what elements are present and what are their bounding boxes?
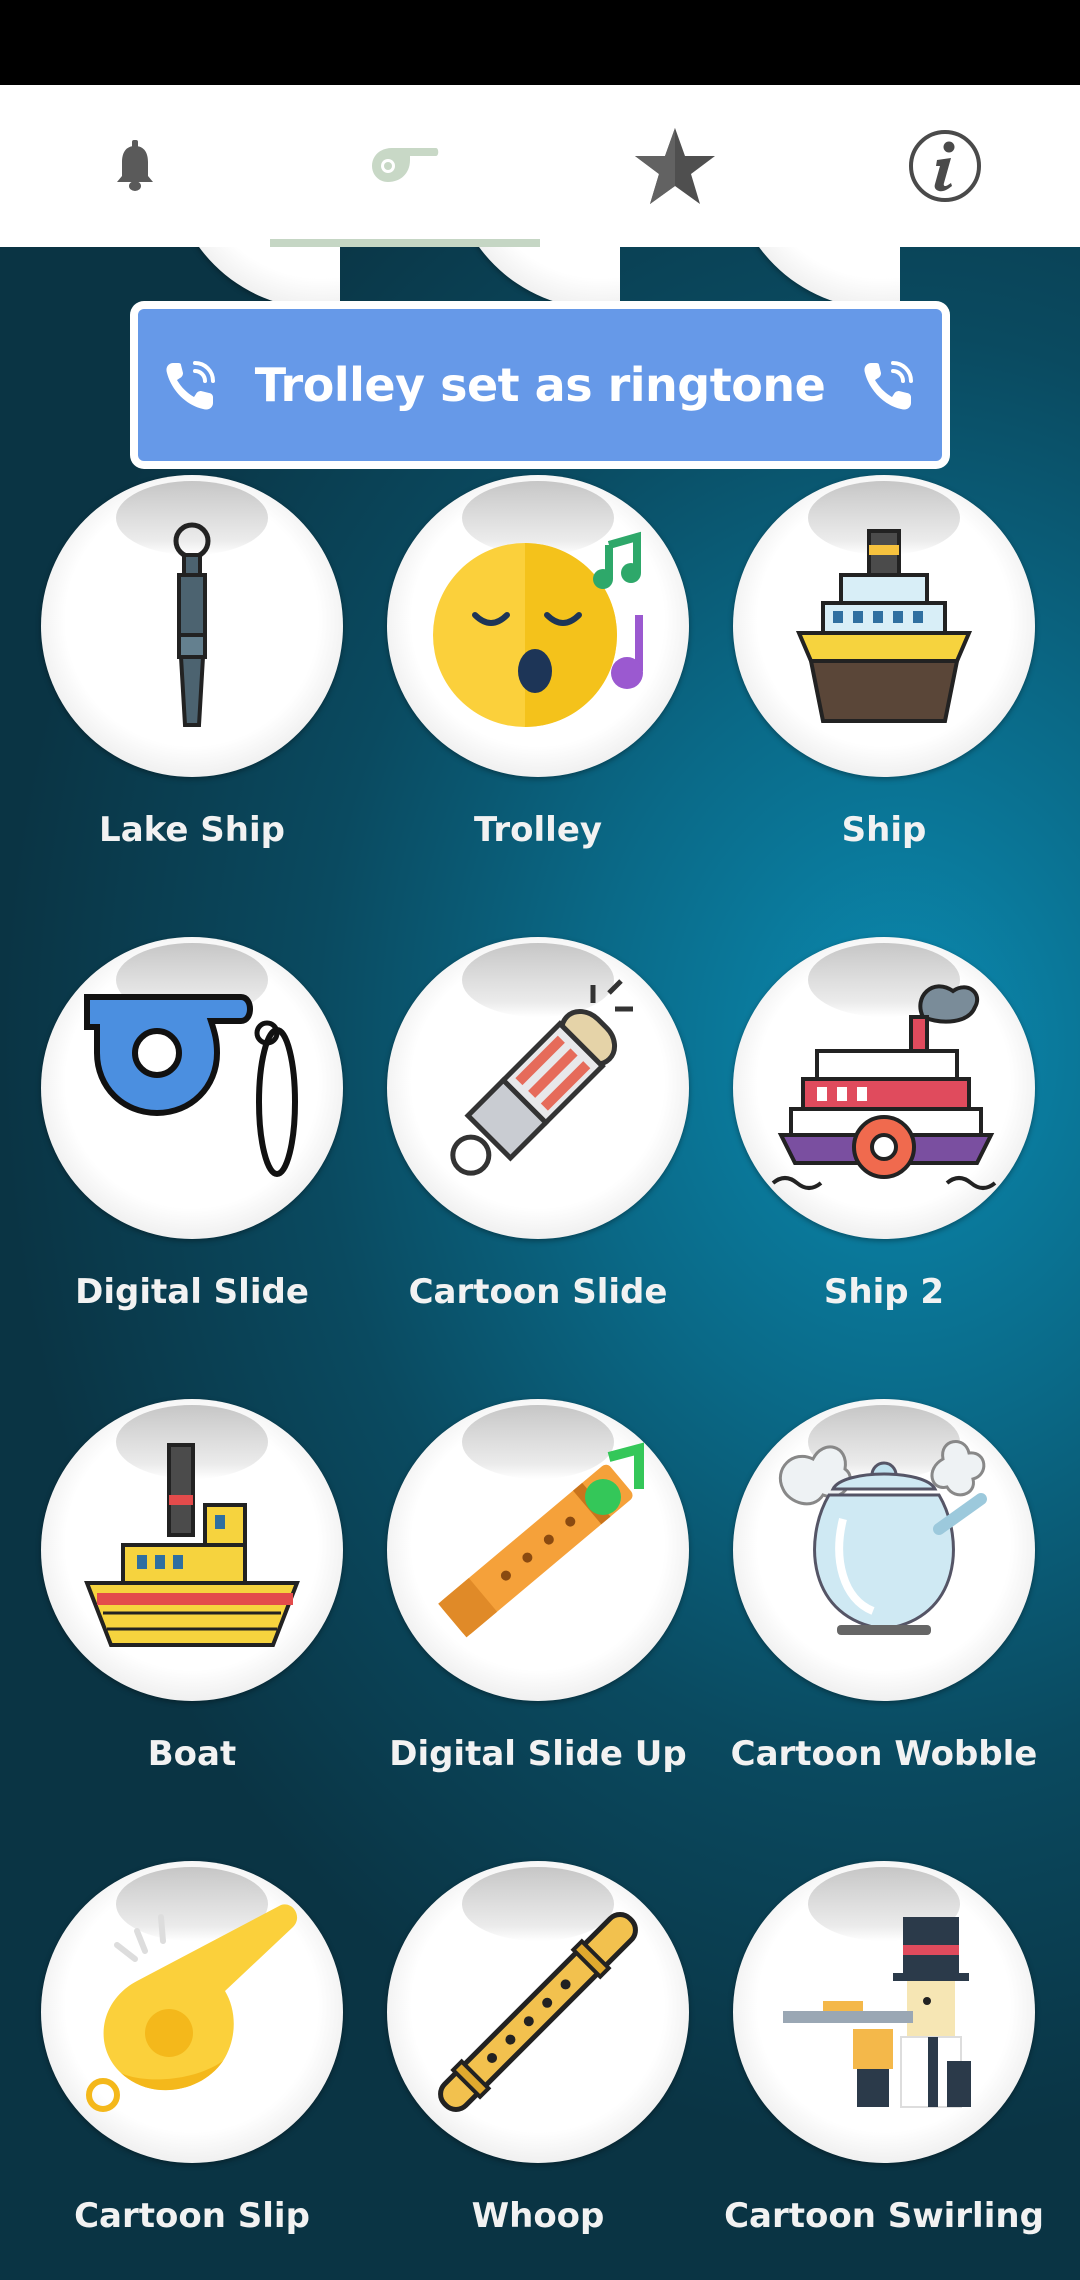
whistle-icon [372,148,439,182]
phone-call-icon [166,361,215,410]
sound-button[interactable] [41,937,343,1239]
sound-label: Boat [147,1734,237,1774]
sound-button[interactable] [733,1861,1035,2163]
sound-button[interactable] [733,475,1035,777]
sound-label: Lake Ship [99,810,285,850]
sound-label: Whoop [471,2196,605,2236]
whistle-icon [84,994,298,1177]
ship-icon [795,529,973,723]
sound-item-digital-slide[interactable]: Digital Slide [21,937,367,1399]
sound-button[interactable] [41,1399,343,1701]
sound-label: Digital Slide [75,1272,309,1312]
toast-body: Trolley set as ringtone [138,309,942,461]
sound-button[interactable] [733,1399,1035,1701]
sound-item-ship-2[interactable]: Ship 2 [713,937,1059,1399]
sound-item-cartoon-wobble[interactable]: Cartoon Wobble [713,1399,1059,1861]
sound-item-ship[interactable]: Ship [713,475,1059,937]
sound-grid: Lake Ship Trolley Ship Digital Slide Car… [0,247,1080,2280]
sound-button[interactable] [41,1861,343,2163]
boat-icon [84,1443,300,1647]
sound-button[interactable] [387,475,689,777]
bell-icon [117,140,153,191]
kettle-icon [778,1440,987,1635]
sound-button[interactable] [733,937,1035,1239]
tab-info[interactable] [810,85,1080,247]
active-tab-indicator [270,239,540,247]
sound-label: Cartoon Slip [74,2196,310,2236]
info-icon [909,130,981,202]
tab-bar [0,85,1080,247]
star-icon [635,128,715,204]
sound-label: Cartoon Slide [408,1272,668,1312]
sound-label: Digital Slide Up [389,1734,687,1774]
phone-call-icon [864,361,914,410]
sound-button[interactable] [387,937,689,1239]
whistle-icon [86,1904,298,2112]
sound-button[interactable] [387,1861,689,2163]
sound-item-lake-ship[interactable]: Lake Ship [21,475,367,937]
partial-sound-item[interactable] [730,247,900,307]
sound-item-cartoon-swirling[interactable]: Cartoon Swirling [713,1861,1059,2280]
sound-item-cartoon-slip[interactable]: Cartoon Slip [21,1861,367,2280]
sound-button[interactable] [41,475,343,777]
sound-item-whoop[interactable]: Whoop [367,1861,713,2280]
tab-favorites[interactable] [540,85,810,247]
tab-ringtones[interactable] [0,85,270,247]
sound-item-trolley[interactable]: Trolley [367,475,713,937]
partial-sound-item[interactable] [170,247,340,307]
partial-sound-item[interactable] [450,247,620,307]
toast-message: Trolley set as ringtone [254,358,826,412]
sound-label: Ship [841,810,927,850]
sound-label: Trolley [473,810,603,850]
status-bar [0,0,1080,85]
flute-player-icon [783,1917,971,2108]
whistle-icon [450,979,633,1176]
sound-item-boat[interactable]: Boat [21,1399,367,1861]
sound-label: Ship 2 [823,1272,945,1312]
sound-label: Cartoon Wobble [730,1734,1038,1774]
sound-label: Cartoon Swirling [724,2196,1044,2236]
tab-whistles[interactable] [270,85,540,247]
sound-item-cartoon-slide[interactable]: Cartoon Slide [367,937,713,1399]
sound-button[interactable] [387,1399,689,1701]
ringtone-set-toast: Trolley set as ringtone [130,301,950,469]
singing-emoji-icon [433,531,643,727]
sound-item-digital-slide-up[interactable]: Digital Slide Up [367,1399,713,1861]
whistle-icon [173,522,211,727]
recorder-icon [438,1912,638,2112]
flute-icon [438,1442,644,1638]
steamboat-icon [771,984,997,1190]
